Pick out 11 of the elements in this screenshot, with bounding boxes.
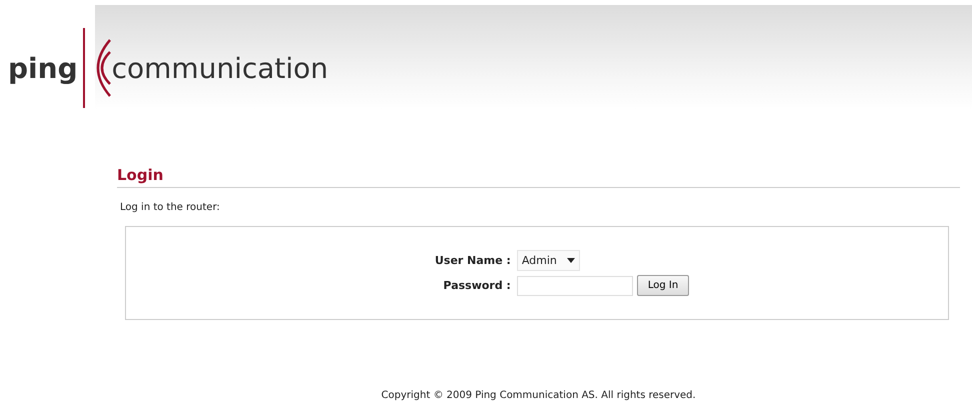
password-field[interactable] bbox=[516, 276, 633, 296]
field-label: Password : bbox=[442, 279, 511, 292]
field-label: User Name : bbox=[434, 254, 511, 267]
logo-text: communication bbox=[112, 52, 328, 84]
caret-icon bbox=[566, 258, 575, 263]
user-name-dropdown[interactable]: Admin bbox=[516, 250, 580, 271]
logo-text: ping bbox=[8, 52, 78, 84]
section-title: Login bbox=[117, 166, 960, 188]
intro-text: Log in to the router: bbox=[120, 202, 221, 213]
login-button[interactable]: Log In bbox=[636, 275, 690, 296]
copyright-text: Copyright © 2009 Ping Communication AS. All rights reserved. bbox=[380, 390, 697, 401]
